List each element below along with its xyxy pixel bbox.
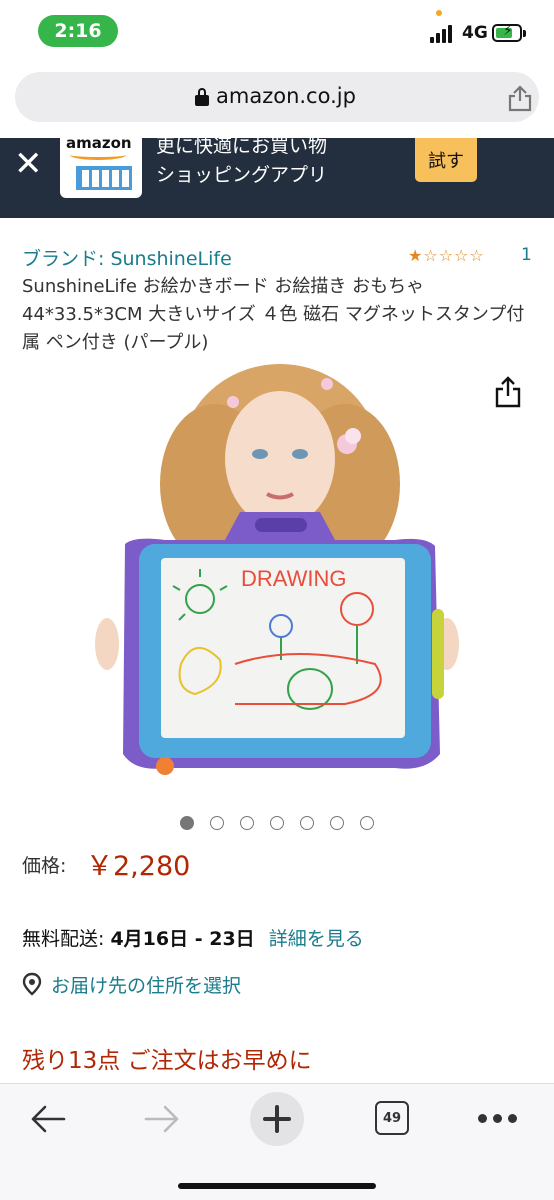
rating-stars[interactable]: ★ ☆ ☆ ☆ ☆ bbox=[408, 247, 484, 265]
url-text[interactable]: amazon.co.jp bbox=[216, 84, 356, 108]
select-address-link[interactable]: お届け先の住所を選択 bbox=[22, 970, 241, 998]
cart-icon bbox=[76, 166, 132, 190]
back-arrow-icon[interactable] bbox=[28, 1102, 68, 1136]
pagination-dot[interactable] bbox=[240, 816, 254, 830]
price-label: 価格: bbox=[22, 855, 67, 877]
app-install-banner: ✕ amazon 更に快適にお買い物 ショッピングアプリ 試す bbox=[0, 138, 554, 218]
star-empty-icon: ☆ bbox=[423, 246, 438, 265]
more-icon[interactable] bbox=[478, 1114, 517, 1123]
pagination-dot[interactable] bbox=[330, 816, 344, 830]
product-title: SunshineLife お絵かきボード お絵描き おもちゃ 44*33.5*3… bbox=[22, 276, 525, 353]
tabs-icon[interactable]: 49 bbox=[375, 1101, 409, 1135]
lock-icon bbox=[195, 88, 209, 106]
location-indicator-icon bbox=[436, 10, 442, 16]
star-empty-icon: ☆ bbox=[454, 246, 469, 265]
new-tab-plus-icon[interactable] bbox=[250, 1092, 304, 1146]
close-icon[interactable]: ✕ bbox=[14, 144, 43, 184]
try-app-button[interactable]: 試す bbox=[415, 138, 477, 182]
star-empty-icon: ☆ bbox=[438, 246, 454, 265]
price-value: ￥2,280 bbox=[86, 851, 191, 882]
share-icon[interactable] bbox=[494, 376, 522, 408]
battery-icon: ⚡ bbox=[492, 23, 522, 42]
pagination-dot[interactable] bbox=[360, 816, 374, 830]
amazon-app-icon: amazon bbox=[60, 138, 142, 198]
board-drawing-text: DRAWING bbox=[241, 566, 347, 591]
signal-icon bbox=[430, 25, 456, 43]
review-count[interactable]: 1 bbox=[521, 245, 532, 265]
star-empty-icon: ☆ bbox=[469, 246, 484, 265]
banner-headline: 更に快適にお買い物 bbox=[156, 138, 328, 154]
status-time: 2:16 bbox=[38, 15, 118, 47]
forward-arrow-icon[interactable] bbox=[142, 1102, 182, 1136]
brand-link[interactable]: ブランド: SunshineLife bbox=[22, 244, 232, 271]
pagination-dot[interactable] bbox=[270, 816, 284, 830]
pagination-dot[interactable] bbox=[300, 816, 314, 830]
delivery-label: 無料配送: bbox=[22, 928, 105, 950]
status-bar: 2:16 4G ⚡ bbox=[0, 0, 554, 64]
pagination-dot[interactable] bbox=[180, 816, 194, 830]
address-bar[interactable]: amazon.co.jp bbox=[15, 72, 539, 122]
share-icon[interactable] bbox=[505, 84, 535, 112]
image-pagination[interactable] bbox=[180, 816, 374, 830]
pagination-dot[interactable] bbox=[210, 816, 224, 830]
delivery-dates: 4月16日 - 23日 bbox=[110, 928, 255, 950]
product-image[interactable]: DRAWING bbox=[95, 364, 460, 792]
star-filled-icon: ★ bbox=[408, 246, 423, 265]
select-address-text[interactable]: お届け先の住所を選択 bbox=[51, 971, 241, 998]
browser-toolbar: 49 bbox=[0, 1083, 554, 1200]
stock-warning: 残り13点 ご注文はお早めに bbox=[22, 1048, 312, 1074]
delivery-info: 無料配送: 4月16日 - 23日 詳細を見る bbox=[22, 924, 364, 951]
delivery-details-link[interactable]: 詳細を見る bbox=[269, 928, 364, 950]
home-indicator bbox=[178, 1183, 376, 1189]
battery-tip bbox=[523, 30, 526, 37]
network-type: 4G bbox=[462, 23, 488, 43]
banner-subtitle: ショッピングアプリ bbox=[156, 164, 328, 186]
location-pin-icon bbox=[22, 972, 42, 996]
